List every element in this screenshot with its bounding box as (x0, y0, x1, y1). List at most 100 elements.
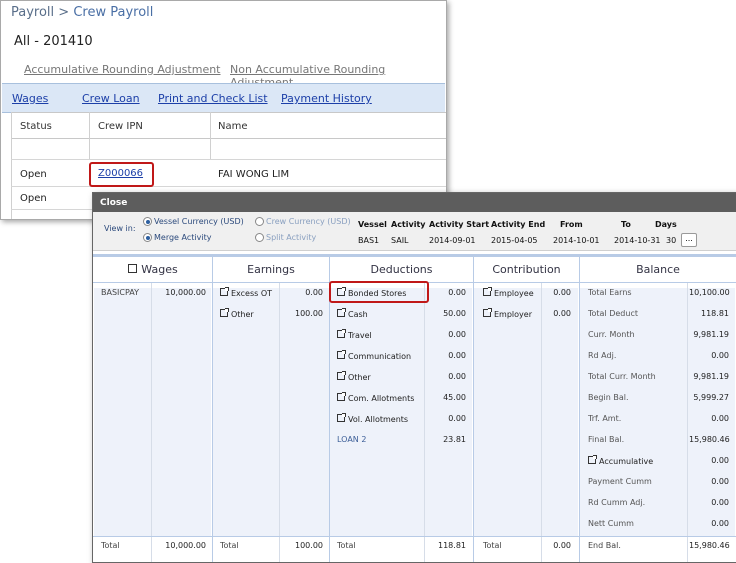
deductions-item[interactable]: Communication (337, 350, 412, 361)
balance-item[interactable]: Accumulative (588, 455, 653, 466)
section-line (212, 257, 213, 562)
earnings-bg (213, 288, 329, 536)
deductions-label: LOAN 2 (337, 435, 367, 444)
close-button[interactable]: Close (100, 198, 127, 208)
tab-wages[interactable]: Wages (12, 92, 48, 105)
radio-split-activity[interactable] (255, 233, 264, 242)
radio-merge-activity[interactable] (143, 233, 152, 242)
wages-value: 10,000.00 (165, 288, 206, 297)
val-days: 30 (666, 236, 677, 245)
inner-line (151, 283, 152, 562)
end-balance-value: 15,980.46 (689, 541, 730, 550)
hdr-activity: Activity (391, 220, 426, 229)
deductions-item[interactable]: Cash (337, 308, 368, 319)
breadcrumb-current: Crew Payroll (73, 5, 154, 20)
grid-top-line (11, 112, 446, 113)
earnings-item[interactable]: Other (220, 308, 254, 319)
grid-left-line (11, 112, 12, 219)
inner-line (424, 283, 425, 562)
balance-label: Rd Cumm Adj. (588, 498, 646, 507)
section-line (473, 257, 474, 562)
contribution-label: Employer (494, 310, 532, 319)
breadcrumb-separator: > (58, 5, 70, 20)
deductions-label: Cash (348, 310, 368, 319)
earnings-label: Other (231, 310, 254, 319)
view-in-label: View in: (104, 224, 136, 233)
radio-crew-currency[interactable] (255, 217, 264, 226)
tab-crew-loan[interactable]: Crew Loan (82, 92, 140, 105)
inner-line (541, 283, 542, 562)
breadcrumb-root[interactable]: Payroll (11, 5, 54, 20)
radio-merge-label: Merge Activity (154, 233, 212, 242)
hdr-activity-start: Activity Start (429, 220, 490, 229)
deductions-value: 0.00 (448, 288, 466, 297)
earnings-total-value: 100.00 (295, 541, 323, 550)
deductions-bg (330, 288, 472, 536)
earnings-value: 0.00 (305, 288, 323, 297)
popup-icon (337, 308, 346, 317)
hdr-vessel: Vessel (358, 220, 387, 229)
row-status: Open (20, 169, 47, 180)
deductions-item[interactable]: Vol. Allotments (337, 413, 408, 424)
wages-header[interactable]: Wages (94, 263, 212, 276)
grid-filter-line (11, 159, 446, 160)
deductions-value: 23.81 (443, 435, 466, 444)
earnings-header: Earnings (247, 263, 295, 276)
balance-value: 9,981.19 (693, 330, 729, 339)
inner-line (687, 283, 688, 562)
wages-label: BASICPAY (101, 288, 140, 297)
contribution-total-value: 0.00 (553, 541, 571, 550)
wages-bg (94, 288, 211, 536)
popup-icon (337, 329, 346, 338)
grid-col-line-1 (89, 112, 90, 160)
more-button[interactable]: ... (681, 233, 697, 247)
col-name[interactable]: Name (218, 121, 248, 132)
col-status[interactable]: Status (20, 121, 52, 132)
val-vessel: BAS1 (358, 236, 380, 245)
contribution-header: Contribution (492, 263, 561, 276)
balance-value: 15,980.46 (689, 435, 730, 444)
tab-print-check-list[interactable]: Print and Check List (158, 92, 268, 105)
tab-bar: Wages Crew Loan Print and Check List Pay… (2, 83, 445, 113)
row-status: Open (20, 193, 47, 204)
deductions-value: 0.00 (448, 414, 466, 423)
balance-value: 0.00 (711, 519, 729, 528)
deductions-item[interactable]: Com. Allotments (337, 392, 415, 403)
section-divider (93, 254, 736, 257)
hdr-from: From (560, 220, 583, 229)
deductions-item[interactable]: Travel (337, 329, 372, 340)
balance-value: 0.00 (711, 351, 729, 360)
crew-payroll-window: Payroll > Crew Payroll All - 201410 Accu… (0, 0, 447, 220)
balance-label: Total Deduct (588, 309, 638, 318)
deductions-total-label: Total (337, 541, 356, 550)
hdr-days: Days (655, 220, 677, 229)
contribution-item[interactable]: Employer (483, 308, 532, 319)
deductions-value: 45.00 (443, 393, 466, 402)
deductions-item[interactable]: Other (337, 371, 371, 382)
val-activity-start: 2014-09-01 (429, 236, 476, 245)
balance-value: 0.00 (711, 456, 729, 465)
tab-payment-history[interactable]: Payment History (281, 92, 372, 105)
radio-vessel-currency[interactable] (143, 217, 152, 226)
deductions-value: 0.00 (448, 351, 466, 360)
accumulative-rounding-link[interactable]: Accumulative Rounding Adjustment (24, 63, 221, 76)
deductions-label: Com. Allotments (348, 394, 415, 403)
popup-icon (337, 392, 346, 401)
grid-row-line (11, 186, 446, 187)
balance-value: 5,999.27 (693, 393, 729, 402)
radio-split-label: Split Activity (266, 233, 317, 242)
balance-value: 0.00 (711, 414, 729, 423)
balance-label: Begin Bal. (588, 393, 629, 402)
earnings-item[interactable]: Excess OT (220, 287, 272, 298)
deductions-header: Deductions (370, 263, 433, 276)
popup-icon (337, 413, 346, 422)
balance-value: 10,100.00 (689, 288, 730, 297)
popup-icon (337, 350, 346, 359)
hdr-to: To (621, 220, 631, 229)
deductions-label: Communication (348, 352, 412, 361)
val-activity: SAIL (391, 236, 409, 245)
popup-icon (483, 287, 492, 296)
col-crew-ipn[interactable]: Crew IPN (98, 121, 143, 132)
grid-col-line-2 (210, 112, 211, 160)
contribution-item[interactable]: Employee (483, 287, 534, 298)
